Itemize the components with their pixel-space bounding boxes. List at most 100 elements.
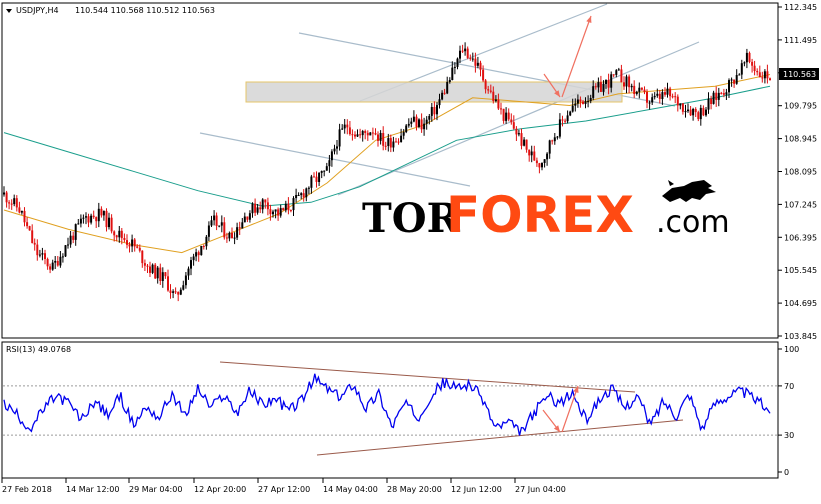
candle-body [497, 99, 500, 109]
candle-body [471, 58, 474, 60]
candle-body [717, 92, 720, 100]
candle-body [323, 170, 326, 172]
candle-body [400, 135, 403, 142]
candle-body [528, 149, 531, 156]
candle-body [210, 220, 213, 226]
candle-body [318, 172, 321, 182]
candle-body [541, 163, 543, 168]
candle-body [730, 79, 733, 81]
candle-body [197, 252, 200, 256]
candle-body [297, 195, 300, 196]
candle-body [548, 140, 551, 154]
candle-body [82, 217, 85, 219]
resistance-zone [245, 81, 623, 103]
candle-body [533, 151, 536, 161]
candle-body [666, 88, 669, 95]
candle-body [225, 237, 228, 239]
candle-body [438, 99, 441, 106]
candle-body [402, 132, 405, 136]
candle-body [389, 138, 392, 148]
candle-body [769, 78, 771, 80]
candle-body [143, 263, 146, 266]
candle-body [689, 109, 692, 116]
candle [712, 90, 715, 105]
candle-body [115, 235, 118, 238]
candle-body [648, 102, 651, 104]
candle-body [354, 134, 356, 137]
candle [369, 132, 372, 136]
candle-body [266, 202, 269, 210]
candle-body [300, 193, 303, 196]
candle-body [54, 261, 57, 263]
candle-body [630, 85, 633, 88]
price-tick-label: 105.545 [784, 266, 817, 275]
candle-body [23, 210, 26, 223]
candle-body [661, 92, 664, 99]
candle-body [90, 215, 93, 223]
candle-body [543, 159, 546, 163]
candle-body [231, 232, 233, 239]
symbol-label[interactable]: USDJPY,H4 [16, 6, 59, 15]
candle-body [510, 119, 513, 123]
candle-body [131, 239, 134, 247]
candle-body [251, 203, 254, 214]
candle-body [272, 211, 274, 215]
candle-body [407, 123, 410, 126]
candle-body [620, 69, 623, 83]
candle-body [571, 105, 574, 112]
candle-body [602, 84, 605, 92]
candle-body [692, 109, 695, 116]
time-tick-label: 12 Apr 20:00 [194, 485, 246, 494]
candle-body [646, 92, 648, 103]
candle-body [599, 82, 602, 92]
candle-body [108, 217, 110, 228]
candle-body [605, 80, 607, 84]
candle-body [366, 132, 369, 136]
candle-body [594, 86, 597, 88]
candle-body [364, 131, 367, 133]
price-tick-label: 104.695 [784, 299, 817, 308]
candle-body [638, 87, 641, 92]
candle-body [728, 80, 730, 93]
candle-body [3, 192, 5, 195]
candle-body [517, 133, 520, 135]
forex-chart: TOR FOREX .com USDJPY,H4 110.544 110.568… [1, 2, 819, 494]
candle-body [643, 89, 646, 92]
candle-body [26, 222, 29, 227]
rsi-tick-label: 100 [784, 345, 799, 354]
candle-body [505, 112, 508, 121]
last-price-marker: 110.563 [779, 68, 819, 80]
candle-body [733, 79, 736, 84]
candle-body [415, 116, 418, 127]
candle-body [487, 89, 490, 91]
candle-body [279, 208, 282, 216]
candle-body [436, 105, 438, 115]
time-tick-label: 27 Apr 12:00 [258, 485, 310, 494]
candle-body [369, 132, 372, 136]
candle-body [492, 91, 495, 101]
candle-body [126, 240, 128, 245]
candle-body [589, 98, 592, 102]
candle [748, 51, 751, 64]
price-tick-label: 108.945 [784, 135, 817, 144]
candle-body [315, 176, 318, 182]
candle-body [743, 62, 746, 64]
candle-body [592, 86, 595, 98]
candle-body [123, 238, 126, 240]
candle-body [346, 124, 349, 128]
candle-body [405, 125, 408, 133]
candle-body [515, 128, 518, 135]
candle-body [128, 244, 131, 247]
candle-body [36, 244, 39, 256]
candle-body [482, 69, 485, 81]
candle-body [725, 92, 728, 95]
candle-body [500, 108, 502, 110]
rsi-axis: 100 70 30 0 [778, 345, 799, 477]
candle-body [566, 115, 569, 122]
candle-body [587, 101, 590, 103]
candle-body [669, 88, 672, 97]
candle-body [361, 131, 364, 136]
candle-body [607, 80, 610, 88]
candle-body [625, 76, 628, 87]
candle-body [243, 216, 246, 223]
